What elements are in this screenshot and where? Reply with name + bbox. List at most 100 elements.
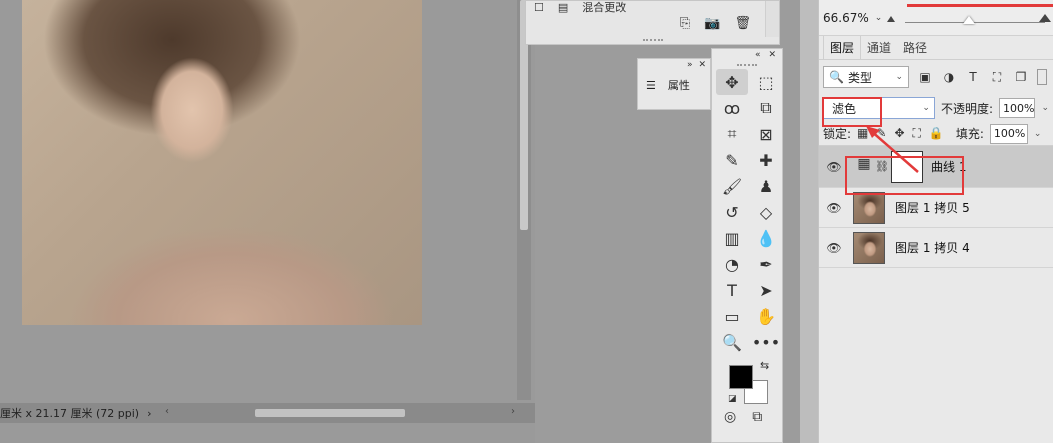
frame-tool-icon[interactable]: ⊠ [750,121,782,147]
crop-tool-icon[interactable]: ⌗ [716,121,748,147]
filter-toggle[interactable] [1037,69,1047,85]
zoom-dropdown-icon[interactable]: ⌄ [875,13,883,23]
hand-tool-icon[interactable]: ✋ [750,303,782,329]
layer-name[interactable]: 图层 1 拷贝 4 [895,239,970,256]
blur-tool-icon[interactable]: 💧 [750,225,782,251]
layer-filter-row: 🔍 类型 ⌄ ▣ ◑ T ⛶ ❐ [819,60,1053,94]
panel-grip[interactable] [712,61,782,69]
zoom-slider[interactable] [887,4,1053,32]
status-bar: 厘米 x 21.17 厘米 (72 ppi) › ‹ › [0,403,535,423]
collapse-panel-icon[interactable]: « [755,50,761,60]
properties-panel-header: » ✕ [638,59,710,71]
lasso-tool-icon[interactable]: ꝏ [716,95,748,121]
pen-tool-icon[interactable]: ✒ [750,251,782,277]
lock-image-icon[interactable]: ✎ [876,126,886,141]
panel-dock-strip [800,0,818,443]
chevron-down-icon: ⌄ [895,72,903,82]
portrait-image [22,0,422,325]
document-canvas[interactable]: 厘米 x 21.17 厘米 (72 ppi) › ‹ › [0,0,535,443]
zoom-out-icon[interactable] [887,16,895,22]
close-icon[interactable]: ✕ [768,50,776,60]
pixel-filter-icon[interactable]: ▣ [917,70,933,84]
dodge-tool-icon[interactable]: ◔ [716,251,748,277]
layer-row[interactable]: 👁 图层 1 拷贝 4 [819,228,1053,268]
more-tools-icon[interactable]: ••• [750,329,782,355]
close-icon[interactable]: ✕ [698,60,706,70]
panel-tabs: 图层 通道 路径 [819,35,1053,60]
eraser-tool-icon[interactable]: ◇ [750,199,782,225]
marquee-tool-icon[interactable]: ⬚ [750,69,782,95]
scroll-right-icon[interactable]: › [511,406,515,417]
vertical-scrollbar[interactable] [517,0,531,400]
layer-name[interactable]: 图层 1 拷贝 5 [895,199,970,216]
snapshot-camera-icon[interactable]: 📷 [704,16,720,31]
opacity-input[interactable]: 100% [999,98,1036,118]
healing-tool-icon[interactable]: ✚ [750,147,782,173]
new-document-from-state-icon[interactable]: ⎘ [680,16,690,31]
history-actions: ⎘ 📷 🗑 [680,16,751,31]
opacity-dropdown-icon[interactable]: ⌄ [1041,103,1049,113]
zoom-slider-track[interactable] [905,22,1045,23]
properties-label: 属性 [667,79,690,92]
smart-object-filter-icon[interactable]: ❐ [1013,70,1029,84]
search-icon: 🔍 [829,70,844,84]
zoom-tool-icon[interactable]: 🔍 [716,329,748,355]
foreground-color-swatch[interactable] [729,365,753,389]
history-checkbox[interactable]: ☐ [534,1,544,14]
lock-transparency-icon[interactable]: ▦ [857,126,868,141]
lock-position-icon[interactable]: ✥ [894,126,904,141]
eye-icon[interactable]: 👁 [819,201,849,215]
adjustment-filter-icon[interactable]: ◑ [941,70,957,84]
layer-thumbnail[interactable] [853,191,885,224]
fill-input[interactable]: 100% [989,123,1028,144]
layer-kind-select[interactable]: 🔍 类型 ⌄ [823,66,909,88]
brush-tool-icon[interactable]: 🖌 [716,173,748,199]
zoom-slider-knob[interactable] [963,16,975,24]
history-scrollbar[interactable] [765,1,779,37]
eyedropper-tool-icon[interactable]: ✎ [716,147,748,173]
status-menu-arrow-icon[interactable]: › [147,407,151,420]
horizontal-scroll-thumb[interactable] [255,409,405,417]
panel-grip[interactable] [526,36,779,44]
screen-mode-icon[interactable]: ⧉ [752,409,762,425]
fill-dropdown-icon[interactable]: ⌄ [1034,129,1042,139]
tab-channels[interactable]: 通道 [861,36,897,59]
gradient-tool-icon[interactable]: ▥ [716,225,748,251]
lock-artboard-icon[interactable]: ⛶ [913,126,921,141]
path-select-tool-icon[interactable]: ➤ [750,277,782,303]
properties-button[interactable]: ☰ 属性 [638,71,710,99]
type-filter-icon[interactable]: T [965,70,981,84]
layer-thumbnail[interactable] [853,231,885,264]
object-select-tool-icon[interactable]: ⧉ [750,95,782,121]
filter-icons: ▣ ◑ T ⛶ ❐ [917,69,1047,85]
expand-panel-icon[interactable]: » [687,60,693,70]
horizontal-scrollbar[interactable]: ‹ › [165,406,515,420]
lock-icons: ▦ ✎ ✥ ⛶ 🔒 [857,126,944,141]
zoom-value[interactable]: 66.67% [823,11,869,25]
delete-trash-icon[interactable]: 🗑 [734,16,751,31]
layers-panel: 66.67% ⌄ 图层 通道 路径 🔍 类型 ⌄ ▣ ◑ T ⛶ ❐ 滤色 ⌄ … [818,0,1053,443]
tab-paths[interactable]: 路径 [897,36,933,59]
default-colors-icon[interactable]: ◪ [728,394,737,404]
shape-tool-icon[interactable]: ▭ [716,303,748,329]
annotation-line [907,4,1053,7]
annotation-box-curves-layer [845,156,964,195]
eye-icon[interactable]: 👁 [819,241,849,255]
swap-colors-icon[interactable]: ⇆ [760,359,769,372]
move-tool-icon[interactable]: ✥ [716,69,748,95]
shape-filter-icon[interactable]: ⛶ [989,70,1005,85]
stamp-tool-icon[interactable]: ♟ [750,173,782,199]
scroll-left-icon[interactable]: ‹ [165,406,169,417]
chevron-down-icon: ⌄ [922,103,930,113]
quick-mask-icon[interactable]: ◎ [724,409,736,425]
history-item[interactable]: ☐ ▤ 混合更改 [526,0,779,15]
zoom-in-icon[interactable] [1039,14,1051,22]
document-size-text: 厘米 x 21.17 厘米 (72 ppi) [0,407,140,420]
type-tool-icon[interactable]: T [716,277,748,303]
history-panel: ☐ ▤ 混合更改 ⎘ 📷 🗑 [525,0,780,45]
history-brush-tool-icon[interactable]: ↺ [716,199,748,225]
lock-all-icon[interactable]: 🔒 [929,126,944,141]
tab-layers[interactable]: 图层 [823,35,862,59]
history-step-icon: ▤ [557,0,569,14]
sliders-icon: ☰ [646,78,656,92]
